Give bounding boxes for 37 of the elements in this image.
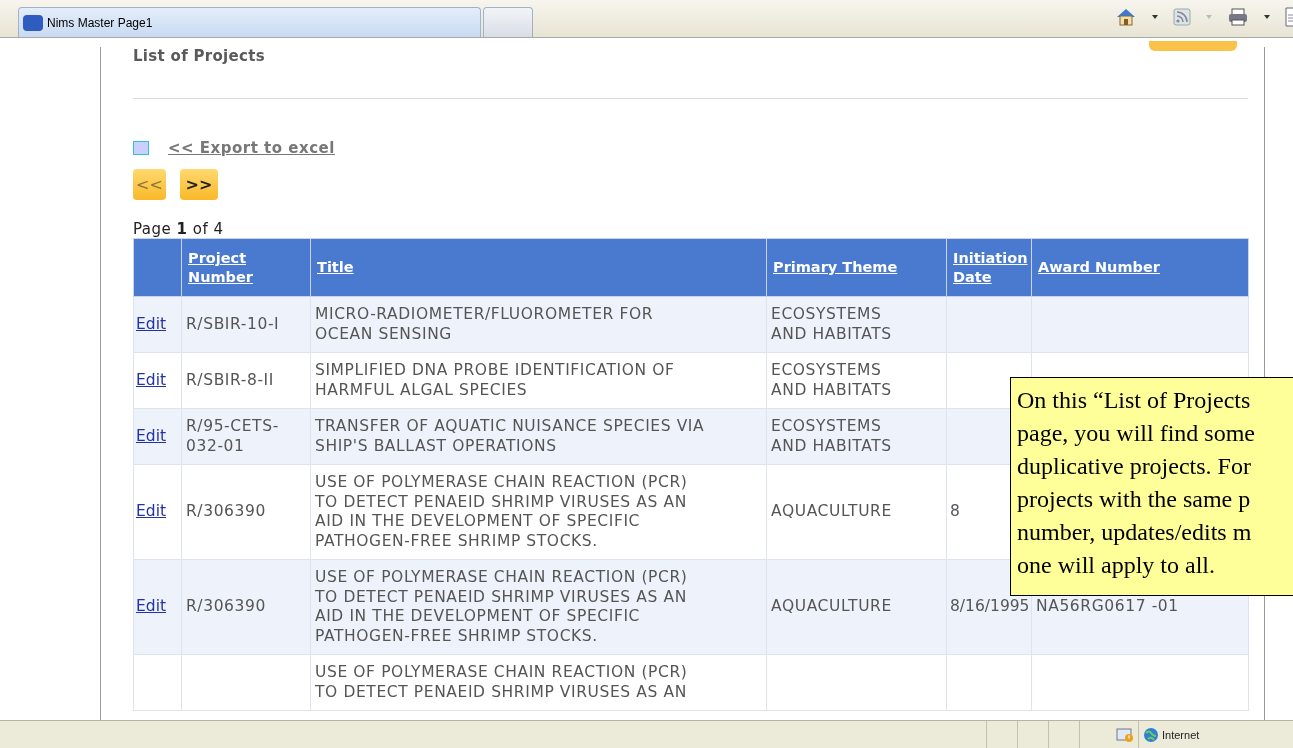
browser-tab[interactable]: Nims Master Page1 xyxy=(18,7,481,37)
table-cell: USE OF POLYMERASE CHAIN REACTION (PCR) TO DETECT PENAEID SHRIMP VIRUSES AS AN AID IN THE DEVELOPMENT OF SPECIFIC PATHOGEN-FREE SHRIMP STOCKS. xyxy=(315,568,688,645)
warning-icon[interactable] xyxy=(1116,726,1134,743)
table-cell: NA56RG0617 -01 xyxy=(1036,597,1179,616)
column-header[interactable]: Award Number xyxy=(1038,258,1160,277)
table-cell: AQUACULTURE xyxy=(771,502,892,521)
edit-link[interactable]: Edit xyxy=(136,502,167,521)
browser-tab[interactable] xyxy=(483,7,533,37)
home-icon[interactable] xyxy=(1115,7,1137,27)
table-cell: ECOSYSTEMS AND HABITATS xyxy=(771,305,892,343)
table-cell: R/SBIR-8-II xyxy=(186,370,274,389)
table-cell: ECOSYSTEMS AND HABITATS xyxy=(771,361,892,399)
table-cell: R/SBIR-10-I xyxy=(186,314,280,333)
table-cell: 8/16/1995 xyxy=(950,597,1030,616)
globe-icon[interactable] xyxy=(1143,726,1159,743)
export-link[interactable]: << Export to excel xyxy=(168,139,335,157)
spreadsheet-icon[interactable] xyxy=(133,141,149,155)
table-cell: R/306390 xyxy=(186,597,266,616)
table-cell: R/95-CETS-032-01 xyxy=(186,417,279,455)
table-cell: USE OF POLYMERASE CHAIN REACTION (PCR) TO DETECT PENAEID SHRIMP VIRUSES AS AN xyxy=(315,663,688,701)
zone-label: Internet xyxy=(1162,728,1200,741)
table-cell: R/306390 xyxy=(186,502,266,521)
table-cell: TRANSFER OF AQUATIC NUISANCE SPECIES VIA SHIP'S BALLAST OPERATIONS xyxy=(315,417,705,455)
table-cell: AQUACULTURE xyxy=(771,597,892,616)
next-button[interactable]: >> xyxy=(180,169,218,200)
edit-link[interactable]: Edit xyxy=(136,597,167,616)
page-title: List of Projects xyxy=(133,47,265,65)
printer-icon[interactable] xyxy=(1227,7,1249,27)
table-cell: ECOSYSTEMS AND HABITATS xyxy=(771,417,892,455)
table-cell: USE OF POLYMERASE CHAIN REACTION (PCR) TO DETECT PENAEID SHRIMP VIRUSES AS AN AID IN THE DEVELOPMENT OF SPECIFIC PATHOGEN-FREE SHRIMP STOCKS. xyxy=(315,473,688,550)
feed-icon[interactable] xyxy=(1173,8,1191,26)
callout-note: On this “List of Projects page, you will find some duplicative projects. For projects with the same p number, updates/edits m one will apply to all. xyxy=(1010,377,1293,596)
table-cell: SIMPLIFIED DNA PROBE IDENTIFICATION OF HARMFUL ALGAL SPECIES xyxy=(315,361,675,399)
table-cell: MICRO-RADIOMETER/FLUOROMETER FOR OCEAN SENSING xyxy=(315,305,654,343)
table-cell: 8 xyxy=(950,502,960,521)
column-header[interactable]: Title xyxy=(317,258,354,277)
page-indicator: Page 1 of 4 xyxy=(133,220,225,238)
